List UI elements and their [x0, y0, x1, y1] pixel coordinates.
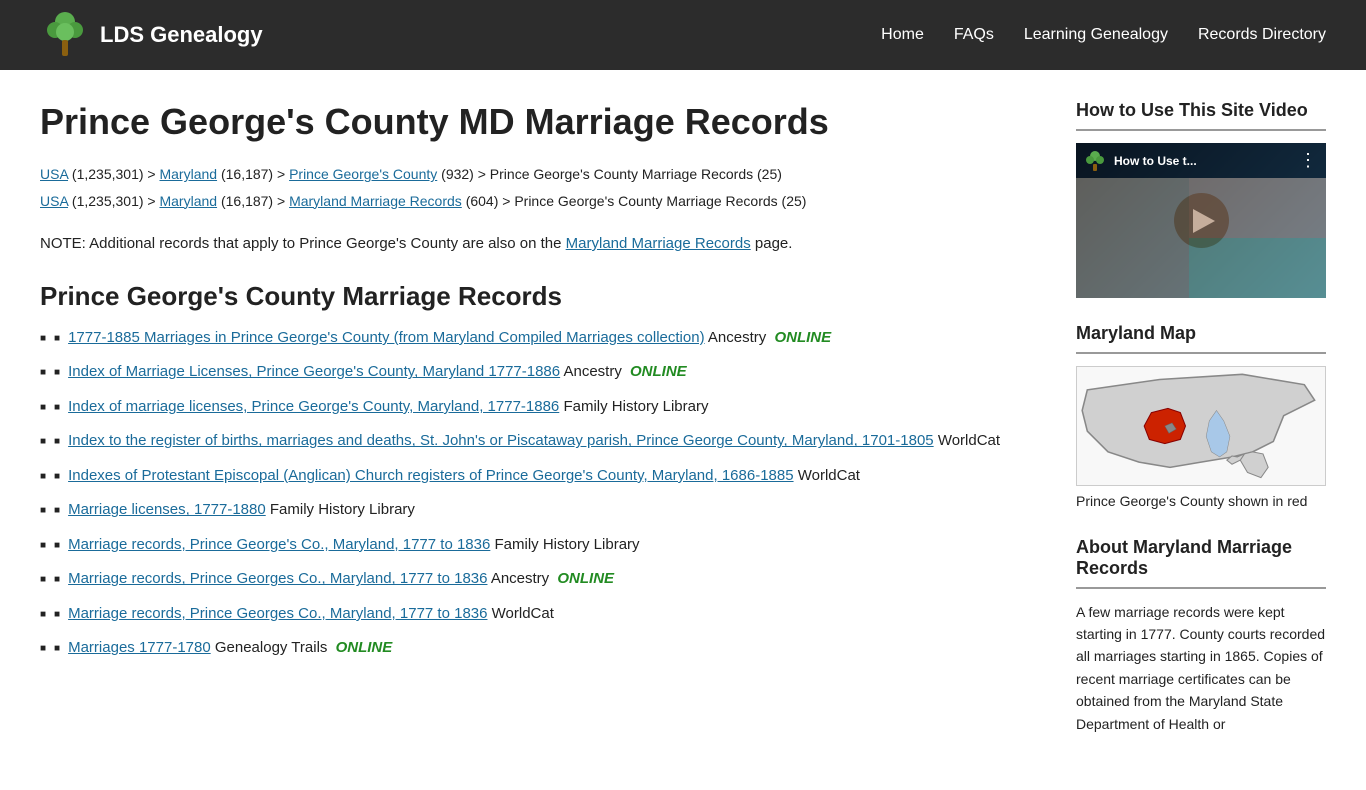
- list-item: ■ Marriages 1777-1780 Genealogy Trails O…: [40, 637, 1036, 660]
- nav-learning-genealogy[interactable]: Learning Genealogy: [1024, 26, 1168, 44]
- video-photo-collage: [1076, 178, 1326, 298]
- video-section-title: How to Use This Site Video: [1076, 100, 1326, 121]
- breadcrumb-maryland-1[interactable]: Maryland: [159, 166, 217, 182]
- online-badge-7: ONLINE: [557, 570, 614, 587]
- breadcrumb-line-1: USA (1,235,301) > Maryland (16,187) > Pr…: [40, 163, 1036, 185]
- map-caption: Prince George's County shown in red: [1076, 492, 1326, 512]
- list-item: ■ Marriage records, Prince Georges Co., …: [40, 568, 1036, 591]
- list-item: ■ Index of Marriage Licenses, Prince Geo…: [40, 361, 1036, 384]
- note-text: NOTE: Additional records that apply to P…: [40, 232, 1036, 256]
- nav-faqs[interactable]: FAQs: [954, 26, 994, 44]
- about-section-text: A few marriage records were kept startin…: [1076, 601, 1326, 735]
- video-overlay-bar: How to Use t... ⋮: [1076, 143, 1326, 178]
- breadcrumb-line-2: USA (1,235,301) > Maryland (16,187) > Ma…: [40, 190, 1036, 212]
- main-nav: Home FAQs Learning Genealogy Records Dir…: [881, 26, 1326, 44]
- sidebar: How to Use This Site Video: [1076, 100, 1326, 760]
- video-photo-right: [1189, 178, 1327, 298]
- list-item: ■ Marriage records, Prince Georges Co., …: [40, 603, 1036, 626]
- site-logo-icon: [40, 10, 90, 60]
- main-content: Prince George's County MD Marriage Recor…: [40, 100, 1036, 760]
- page-wrapper: Prince George's County MD Marriage Recor…: [0, 70, 1366, 790]
- record-link-0[interactable]: 1777-1885 Marriages in Prince George's C…: [68, 329, 704, 346]
- record-link-8[interactable]: Marriage records, Prince Georges Co., Ma…: [68, 605, 487, 622]
- map-section-title: Maryland Map: [1076, 323, 1326, 344]
- video-logo-mini-icon: [1084, 150, 1106, 172]
- logo-text: LDS Genealogy: [100, 22, 263, 48]
- record-link-4[interactable]: Indexes of Protestant Episcopal (Anglica…: [68, 467, 793, 484]
- breadcrumb-usa-2[interactable]: USA: [40, 193, 68, 209]
- online-badge-9: ONLINE: [336, 639, 393, 656]
- list-item: ■ 1777-1885 Marriages in Prince George's…: [40, 327, 1036, 350]
- breadcrumb-usa-1[interactable]: USA: [40, 166, 68, 182]
- maryland-map[interactable]: [1076, 366, 1326, 486]
- record-link-9[interactable]: Marriages 1777-1780: [68, 639, 211, 656]
- page-title: Prince George's County MD Marriage Recor…: [40, 100, 1036, 143]
- nav-records-directory[interactable]: Records Directory: [1198, 26, 1326, 44]
- list-item: ■ Marriage licenses, 1777-1880 Family Hi…: [40, 499, 1036, 522]
- about-section-title: About Maryland Marriage Records: [1076, 537, 1326, 579]
- video-thumbnail[interactable]: How to Use t... ⋮: [1076, 143, 1326, 298]
- video-photo-right-top: [1189, 178, 1327, 238]
- logo-area[interactable]: LDS Genealogy: [40, 10, 263, 60]
- sidebar-about-section: About Maryland Marriage Records A few ma…: [1076, 537, 1326, 735]
- records-list: ■ 1777-1885 Marriages in Prince George's…: [40, 327, 1036, 660]
- list-item: ■ Index of marriage licenses, Prince Geo…: [40, 396, 1036, 419]
- sidebar-divider-about: [1076, 587, 1326, 589]
- breadcrumb-maryland-2[interactable]: Maryland: [159, 193, 217, 209]
- breadcrumbs: USA (1,235,301) > Maryland (16,187) > Pr…: [40, 163, 1036, 212]
- breadcrumb-pgc[interactable]: Prince George's County: [289, 166, 437, 182]
- sidebar-divider-map: [1076, 352, 1326, 354]
- record-link-5[interactable]: Marriage licenses, 1777-1880: [68, 501, 266, 518]
- record-link-6[interactable]: Marriage records, Prince George's Co., M…: [68, 536, 490, 553]
- sidebar-divider-video: [1076, 129, 1326, 131]
- list-item: ■ Index to the register of births, marri…: [40, 430, 1036, 453]
- record-link-2[interactable]: Index of marriage licenses, Prince Georg…: [68, 398, 559, 415]
- sidebar-map-section: Maryland Map Prince Georg: [1076, 323, 1326, 512]
- record-link-3[interactable]: Index to the register of births, marriag…: [68, 432, 934, 449]
- record-link-7[interactable]: Marriage records, Prince Georges Co., Ma…: [68, 570, 487, 587]
- video-photo-right-bot: [1189, 238, 1327, 298]
- nav-home[interactable]: Home: [881, 26, 924, 44]
- online-badge-0: ONLINE: [774, 329, 831, 346]
- video-title-text: How to Use t...: [1114, 154, 1197, 168]
- video-photo-left: [1076, 178, 1189, 298]
- note-maryland-link[interactable]: Maryland Marriage Records: [566, 235, 751, 252]
- section-title: Prince George's County Marriage Records: [40, 281, 1036, 312]
- list-item: ■ Marriage records, Prince George's Co.,…: [40, 534, 1036, 557]
- record-link-1[interactable]: Index of Marriage Licenses, Prince Georg…: [68, 363, 560, 380]
- video-menu-dots-icon[interactable]: ⋮: [1299, 150, 1318, 171]
- online-badge-1: ONLINE: [630, 363, 687, 380]
- breadcrumb-maryland-marriage-records[interactable]: Maryland Marriage Records: [289, 193, 462, 209]
- list-item: ■ Indexes of Protestant Episcopal (Angli…: [40, 465, 1036, 488]
- sidebar-video-section: How to Use This Site Video: [1076, 100, 1326, 298]
- site-header: LDS Genealogy Home FAQs Learning Genealo…: [0, 0, 1366, 70]
- record-suffix-0: Ancestry: [708, 329, 766, 346]
